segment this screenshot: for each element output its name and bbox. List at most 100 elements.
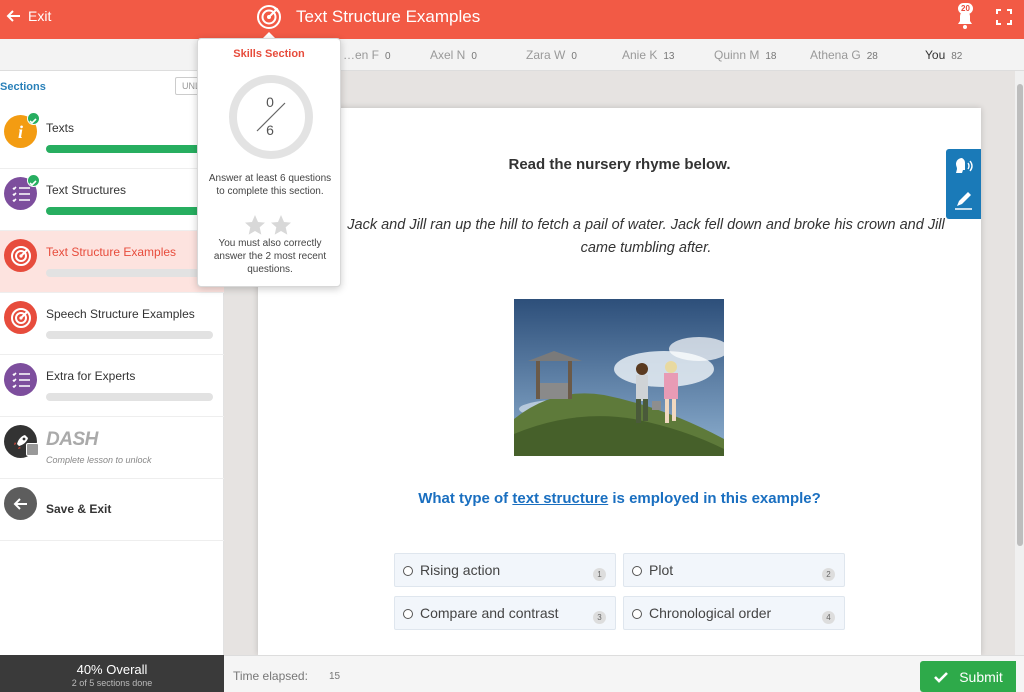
target-icon	[257, 5, 281, 29]
list-icon	[4, 363, 37, 396]
scrollbar-thumb[interactable]	[1017, 84, 1023, 546]
popup-required: 6	[266, 122, 274, 138]
pen-icon[interactable]	[952, 189, 975, 212]
progress-ring	[229, 75, 313, 159]
rhyme-text: Jack and Jill ran up the hill to fetch a…	[347, 217, 945, 256]
leaderboard-entry: Anie K 13	[622, 48, 674, 62]
option-number: 4	[822, 611, 835, 624]
overall-progress: 40% Overall 2 of 5 sections done	[0, 655, 224, 692]
save-exit-label: Save & Exit	[46, 502, 112, 516]
target-icon	[4, 239, 37, 272]
save-exit-button[interactable]: Save & Exit	[0, 479, 224, 541]
page-title: Text Structure Examples	[296, 7, 481, 26]
leaderboard-name: You	[925, 48, 946, 62]
notification-badge: 20	[958, 3, 973, 14]
leaderboard-entry: Zara W 0	[526, 48, 577, 62]
top-bar: Exit Text Structure Examples 20	[0, 0, 1024, 39]
progress-bar	[46, 331, 213, 339]
leaderboard-name: Zara W	[526, 48, 566, 62]
star-rating	[243, 213, 293, 237]
star-icon	[245, 215, 265, 235]
option-label: Compare and contrast	[420, 605, 559, 621]
option-number: 1	[593, 568, 606, 581]
svg-text:i: i	[18, 122, 23, 142]
radio-button[interactable]	[403, 609, 413, 619]
sidebar-item-texts[interactable]: i Texts	[0, 107, 224, 169]
progress-bar	[46, 145, 213, 153]
answer-option-3[interactable]: Compare and contrast 3	[394, 596, 616, 630]
radio-button[interactable]	[632, 609, 642, 619]
sidebar-item-label: Extra for Experts	[46, 369, 136, 383]
popup-requirement-text: Answer at least 6 questions to complete …	[208, 173, 332, 197]
leaderboard-score: 28	[866, 51, 878, 62]
sidebar-item-dash: DASH Complete lesson to unlock	[0, 417, 224, 479]
sidebar-item-label: Text Structure Examples	[46, 245, 177, 259]
sidebar-item-speech-structure-examples[interactable]: Speech Structure Examples	[0, 293, 224, 355]
leaderboard-name: Axel N	[430, 48, 466, 62]
option-label: Chronological order	[649, 605, 772, 621]
text-to-speech-icon[interactable]	[952, 155, 975, 178]
question-prefix: What type of	[418, 490, 513, 507]
check-icon	[27, 174, 40, 187]
star-icon	[271, 215, 291, 235]
leaderboard-score: 18	[765, 51, 777, 62]
overall-sections-done: 2 of 5 sections done	[71, 678, 153, 688]
lock-icon	[26, 443, 39, 456]
progress-bar	[46, 207, 213, 215]
check-icon	[27, 112, 40, 125]
question-text: What type of text structure is employed …	[258, 490, 981, 507]
exit-label: Exit	[28, 8, 52, 24]
question-card: Read the nursery rhyme below. Jack and J…	[258, 108, 981, 655]
option-label: Rising action	[420, 562, 501, 578]
arrow-left-icon	[6, 10, 20, 22]
leaderboard-entry: Athena G 28	[810, 48, 878, 62]
leaderboard-entry: Axel N 0	[430, 48, 477, 62]
leaderboard-entry-you: You 82	[925, 48, 962, 62]
leaderboard-name: Athena G	[810, 48, 861, 62]
submit-button[interactable]: Submit	[920, 661, 1016, 692]
dash-subtitle: Complete lesson to unlock	[46, 455, 152, 465]
leaderboard-entry: Quinn M 18	[714, 48, 776, 62]
jack-and-jill-illustration	[514, 299, 724, 456]
text-structure-link[interactable]: text structure	[512, 490, 608, 507]
progress-bar	[46, 269, 213, 277]
sidebar-item-label: Text Structures	[46, 183, 127, 197]
time-elapsed-label: Time elapsed:	[233, 669, 308, 683]
answer-option-2[interactable]: Plot 2	[623, 553, 845, 587]
leaderboard-name: …en F	[343, 48, 380, 62]
progress-bar	[46, 393, 213, 401]
target-icon	[4, 301, 37, 334]
answer-option-1[interactable]: Rising action 1	[394, 553, 616, 587]
submit-label: Submit	[959, 668, 1003, 685]
leaderboard-name: Anie K	[622, 48, 658, 62]
overall-percent: 40% Overall	[76, 662, 148, 677]
leaderboard-score: 82	[951, 51, 963, 62]
leaderboard-score: 0	[571, 51, 577, 62]
radio-button[interactable]	[632, 566, 642, 576]
answer-option-4[interactable]: Chronological order 4	[623, 596, 845, 630]
arrow-left-icon	[4, 487, 37, 520]
dash-logo: DASH	[46, 429, 98, 450]
time-elapsed-value: 15	[329, 671, 341, 682]
sidebar-item-label: Texts	[46, 121, 75, 135]
leaderboard-entry: …en F 0	[343, 48, 391, 62]
sidebar-item-text-structure-examples[interactable]: Text Structure Examples	[0, 231, 224, 293]
question-suffix: is employed in this example?	[608, 490, 821, 507]
leaderboard-score: 0	[471, 51, 477, 62]
sidebar-item-text-structures[interactable]: Text Structures	[0, 169, 224, 231]
leaderboard: …en F 0 Axel N 0 Zara W 0 Anie K 13 Quinn M 1…	[0, 39, 1024, 71]
skills-section-popup: Skills Section 0 6 Answer at least 6 que…	[197, 38, 341, 287]
popup-recent-text: You must also correctly answer the 2 mos…	[213, 238, 327, 275]
sidebar-item-extra-for-experts[interactable]: Extra for Experts	[0, 355, 224, 417]
popup-answered: 0	[266, 94, 274, 110]
exit-button[interactable]: Exit	[6, 8, 51, 24]
sidebar-item-label: Speech Structure Examples	[46, 307, 195, 321]
check-icon	[934, 671, 949, 683]
sections-header: Sections	[0, 81, 46, 93]
fullscreen-icon[interactable]	[996, 9, 1012, 25]
option-label: Plot	[649, 562, 674, 578]
option-number: 2	[822, 568, 835, 581]
option-number: 3	[593, 611, 606, 624]
radio-button[interactable]	[403, 566, 413, 576]
leaderboard-score: 0	[385, 51, 391, 62]
